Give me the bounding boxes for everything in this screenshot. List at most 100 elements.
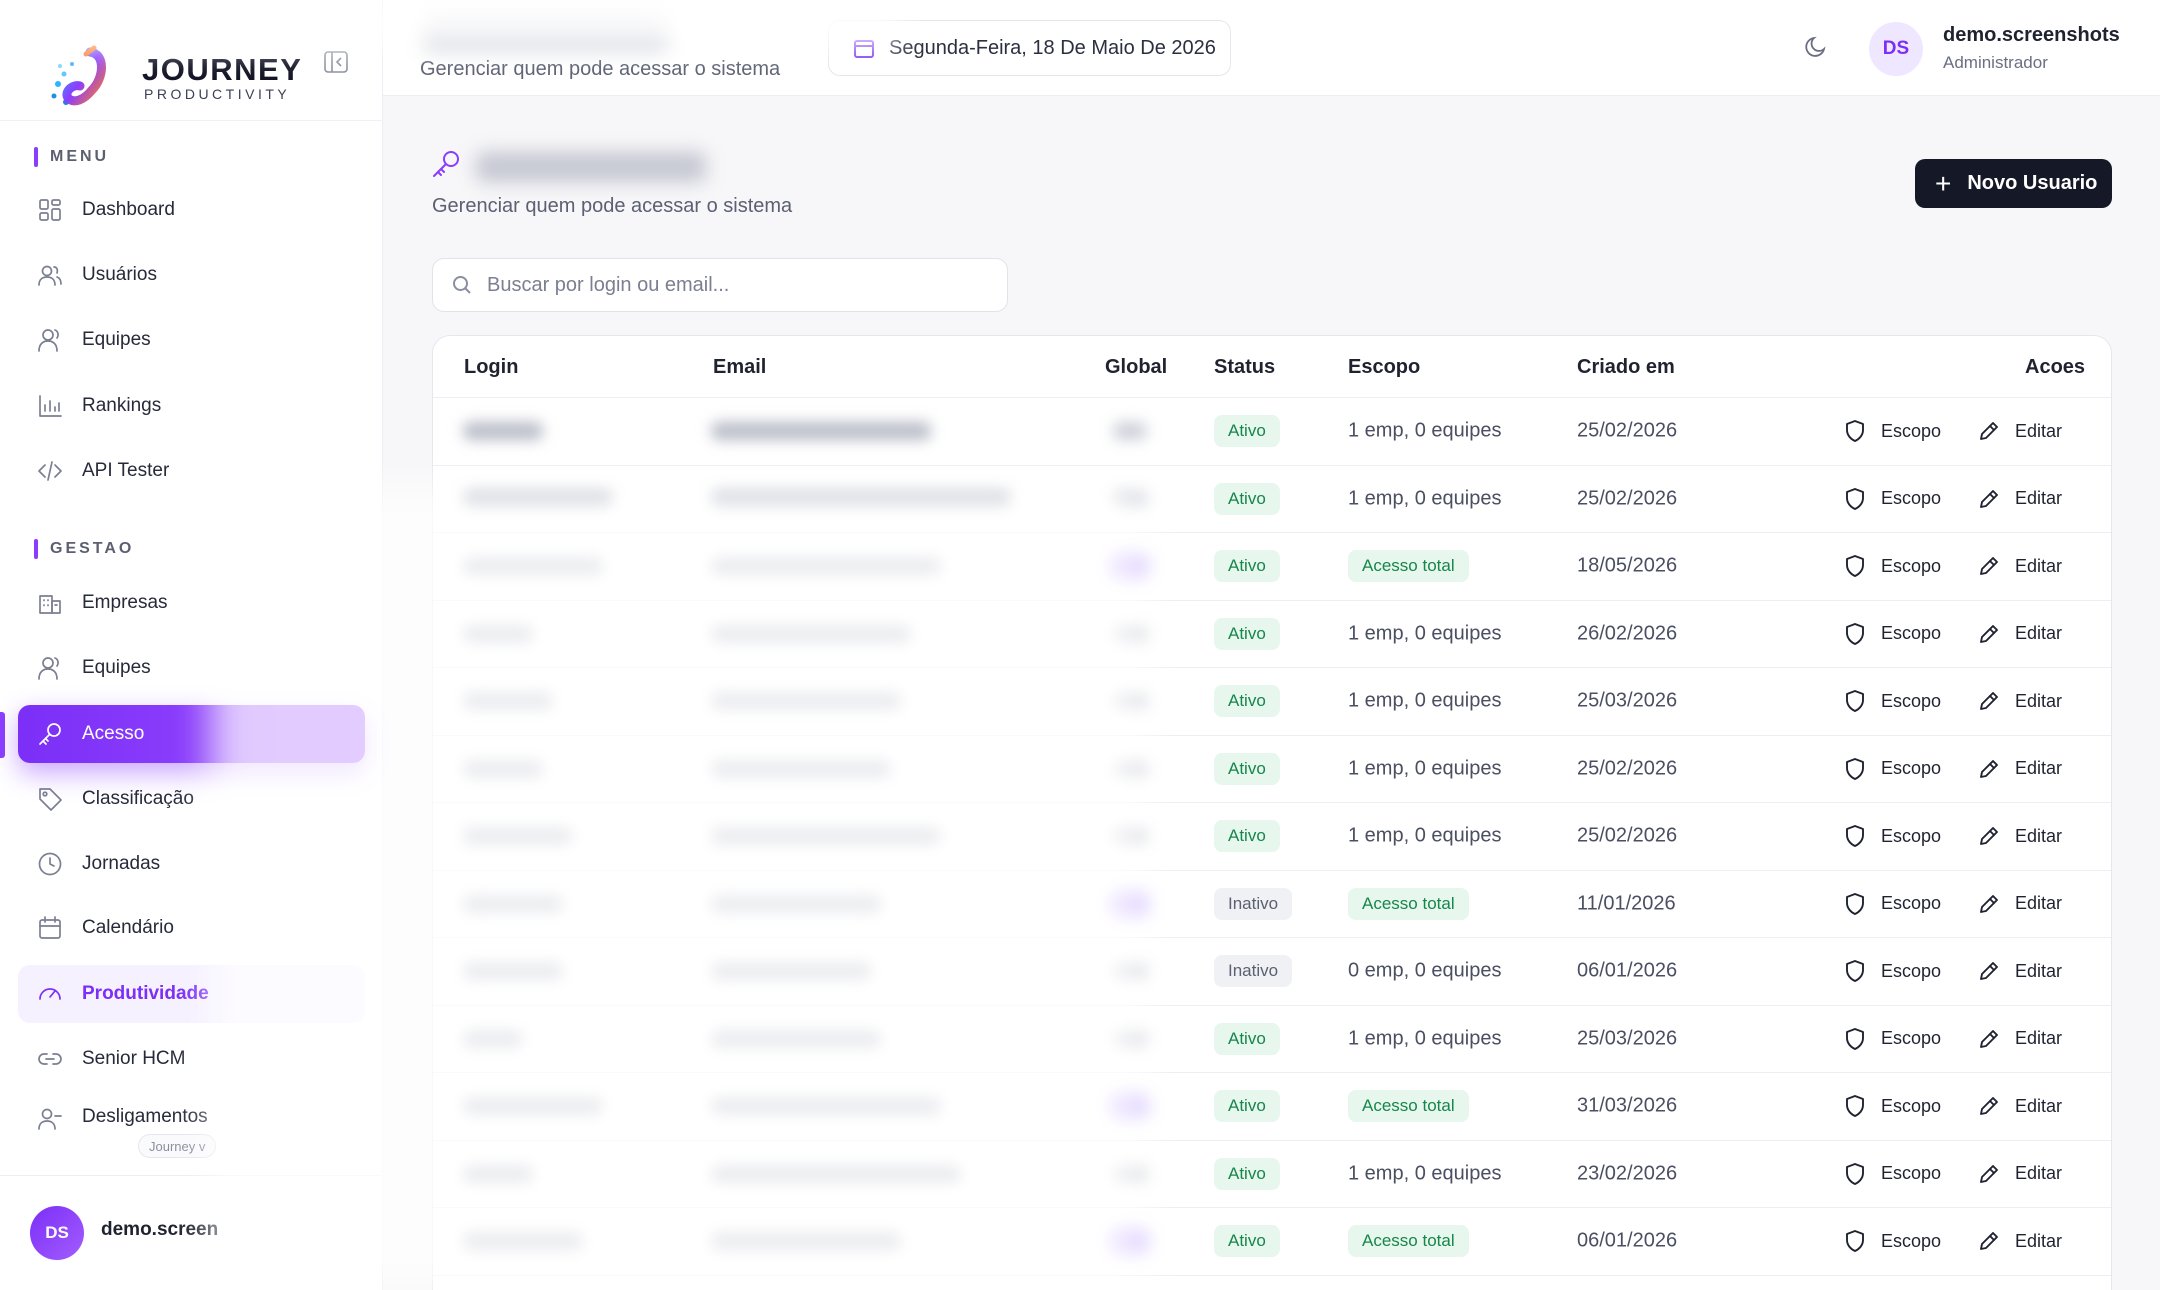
- redacted-email: [711, 489, 1011, 508]
- created-date-cell: 25/02/2026: [1577, 757, 1678, 780]
- edit-button[interactable]: Editar: [1977, 1027, 2062, 1051]
- scope-button[interactable]: Escopo: [1843, 419, 1941, 443]
- column-header-escopo[interactable]: Escopo: [1348, 356, 1420, 379]
- sidebar-item-produtividade[interactable]: Produtividade: [18, 965, 365, 1023]
- theme-toggle[interactable]: [1803, 34, 1833, 64]
- sidebar-item-empresas[interactable]: Empresas: [18, 574, 365, 632]
- key-icon: [36, 720, 64, 748]
- scope-button[interactable]: Escopo: [1843, 1027, 1941, 1051]
- date-chip[interactable]: Segunda-Feira, 18 De Maio De 2026: [828, 20, 1231, 76]
- created-date-cell: 18/05/2026: [1577, 554, 1678, 577]
- scope-badge: Acesso total: [1348, 1090, 1469, 1123]
- sidebar-item-desligamentos[interactable]: Desligamentos: [18, 1096, 365, 1136]
- edit-button[interactable]: Editar: [1977, 824, 2062, 848]
- search-input[interactable]: [487, 273, 967, 297]
- edit-button[interactable]: Editar: [1977, 892, 2062, 916]
- column-header-global[interactable]: Global: [1105, 356, 1167, 379]
- scope-button[interactable]: Escopo: [1843, 554, 1941, 578]
- scope-button[interactable]: Escopo: [1843, 757, 1941, 781]
- search-box[interactable]: [432, 258, 1008, 312]
- created-date-cell: 06/01/2026: [1577, 1229, 1678, 1252]
- edit-button[interactable]: Editar: [1977, 487, 2062, 511]
- brand-subtitle: PRODUCTIVITY: [144, 86, 291, 102]
- edit-button-label: Editar: [2015, 488, 2063, 509]
- column-header-login[interactable]: Login: [464, 356, 518, 379]
- table-row: Ativo Acesso total 18/05/2026 Escopo Edita…: [433, 533, 2111, 601]
- footer-username[interactable]: demo.screen: [101, 1219, 218, 1241]
- pencil-icon: [1980, 624, 1998, 643]
- scope-button[interactable]: Escopo: [1843, 622, 1941, 646]
- table-row: Ativo 1 emp, 0 equipes 25/03/2026 Escopo E…: [433, 668, 2111, 736]
- table-row: Inativo 0 emp, 0 equipes 06/01/2026 Escopo…: [433, 938, 2111, 1006]
- redacted-login: [463, 557, 603, 576]
- user-minus-icon: [36, 1106, 64, 1134]
- column-header-criado-em[interactable]: Criado em: [1577, 356, 1675, 379]
- edit-button[interactable]: Editar: [1977, 757, 2062, 781]
- user-name[interactable]: demo.screenshots: [1943, 24, 2120, 47]
- scope-button[interactable]: Escopo: [1843, 487, 1941, 511]
- status-badge: Inativo: [1214, 955, 1293, 988]
- shield-icon: [1846, 825, 1864, 848]
- edit-button[interactable]: Editar: [1977, 622, 2062, 646]
- topbar: Gerenciar quem pode acessar o sistema Se…: [383, 0, 2160, 96]
- pencil-icon: [1980, 894, 1998, 913]
- new-user-button[interactable]: + Novo Usuario: [1915, 159, 2112, 208]
- scope-button[interactable]: Escopo: [1843, 892, 1941, 916]
- scope-button-label: Escopo: [1881, 960, 1942, 981]
- redacted-email: [711, 759, 891, 778]
- scope-button[interactable]: Escopo: [1843, 1094, 1941, 1118]
- scope-button[interactable]: Escopo: [1843, 824, 1941, 848]
- brand-logo[interactable]: JOURNEY PRODUCTIVITY: [46, 40, 346, 116]
- user-role: Administrador: [1943, 53, 2048, 72]
- sidebar-item-equipes-gestao[interactable]: Equipes: [18, 639, 365, 697]
- sidebar-item-acesso[interactable]: Acesso: [18, 705, 365, 763]
- edit-button[interactable]: Editar: [1977, 419, 2062, 443]
- redacted-login: [463, 1164, 533, 1183]
- footer-avatar[interactable]: DS: [30, 1206, 84, 1260]
- pencil-icon: [1980, 1029, 1998, 1048]
- sidebar-item-classificacao[interactable]: Classificação: [18, 770, 365, 828]
- status-badge: Ativo: [1214, 415, 1280, 448]
- collapse-sidebar-icon[interactable]: [322, 48, 350, 76]
- scope-badge: Acesso total: [1348, 550, 1469, 583]
- current-date: Segunda-Feira, 18 De Maio De 2026: [889, 36, 1216, 59]
- sidebar-item-jornadas[interactable]: Jornadas: [18, 835, 365, 893]
- sidebar-item-api-tester[interactable]: API Tester: [18, 442, 365, 500]
- scope-button[interactable]: Escopo: [1843, 1162, 1941, 1186]
- edit-button[interactable]: Editar: [1977, 689, 2062, 713]
- redacted-login: [463, 1029, 523, 1048]
- created-date-cell: 31/03/2026: [1577, 1094, 1678, 1117]
- table-row: Ativo 1 emp, 0 equipes 25/02/2026 Escopo E…: [433, 466, 2111, 533]
- column-header-status[interactable]: Status: [1214, 356, 1275, 379]
- sidebar-item-usuarios[interactable]: Usuários: [18, 246, 365, 304]
- scope-button[interactable]: Escopo: [1843, 959, 1941, 983]
- scope-button[interactable]: Escopo: [1843, 689, 1941, 713]
- sidebar-item-equipes[interactable]: Equipes: [18, 311, 365, 369]
- edit-button[interactable]: Editar: [1977, 1094, 2062, 1118]
- table-row: Ativo 1 emp, 0 equipes 23/02/2026 Escopo E…: [433, 1141, 2111, 1208]
- edit-button[interactable]: Editar: [1977, 959, 2062, 983]
- table-row: Ativo 1 emp, 0 equipes 25/02/2026 Escopo E…: [433, 398, 2111, 466]
- redacted-global: [1113, 962, 1147, 981]
- edit-button[interactable]: Editar: [1977, 1162, 2062, 1186]
- created-date-cell: 06/01/2026: [1577, 959, 1678, 982]
- redacted-global: [1113, 759, 1147, 778]
- sidebar-item-dashboard[interactable]: Dashboard: [18, 181, 365, 239]
- edit-button[interactable]: Editar: [1977, 1229, 2062, 1253]
- redacted-global: [1113, 624, 1147, 643]
- scope-button-label: Escopo: [1881, 420, 1942, 441]
- sidebar-item-label: Calendário: [82, 917, 174, 938]
- redacted-email: [711, 1232, 901, 1251]
- edit-button[interactable]: Editar: [1977, 554, 2062, 578]
- scope-cell: 1 emp, 0 equipes: [1348, 622, 1502, 645]
- column-header-email[interactable]: Email: [713, 356, 766, 379]
- scope-button-label: Escopo: [1881, 1028, 1942, 1049]
- sidebar-item-senior-hcm[interactable]: Senior HCM: [18, 1030, 365, 1088]
- sidebar-item-calendario[interactable]: Calendário: [18, 899, 365, 957]
- bar-chart-icon: [36, 392, 64, 420]
- scope-button[interactable]: Escopo: [1843, 1229, 1941, 1253]
- shield-icon: [1846, 1027, 1864, 1050]
- user-avatar[interactable]: DS: [1869, 22, 1923, 76]
- sidebar-item-rankings[interactable]: Rankings: [18, 377, 365, 435]
- status-badge: Ativo: [1214, 482, 1280, 515]
